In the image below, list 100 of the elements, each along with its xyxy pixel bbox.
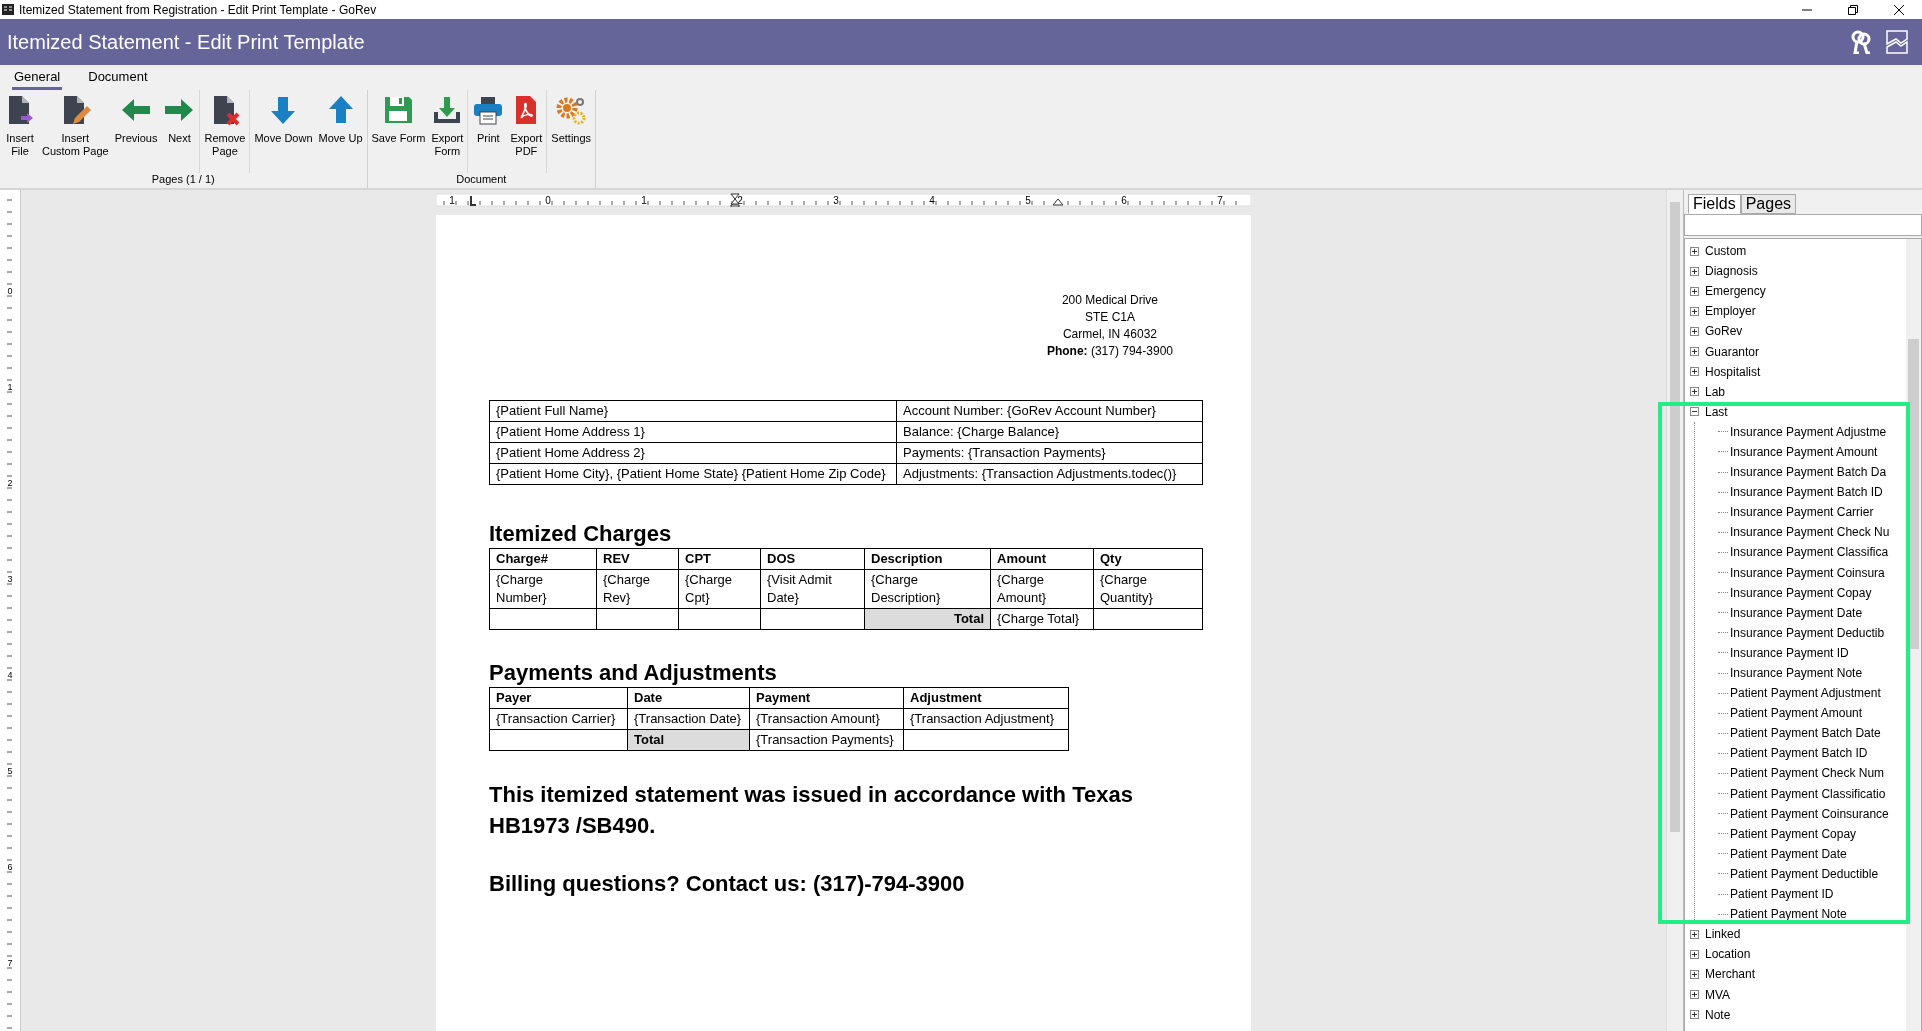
expand-icon[interactable] (1690, 367, 1699, 377)
expand-icon[interactable] (1690, 266, 1699, 276)
panel-tab[interactable]: Pages (1740, 194, 1797, 214)
field-group[interactable]: Linked (1705, 927, 1741, 942)
table-cell: {Transaction Date} (627, 708, 750, 730)
field-group[interactable]: Emergency (1705, 284, 1766, 299)
expand-icon[interactable] (1690, 1010, 1699, 1020)
expand-icon[interactable] (1690, 286, 1699, 296)
table-cell: {Transaction Adjustment} (903, 708, 1069, 730)
field-group[interactable]: Custom (1705, 244, 1747, 259)
field-group[interactable]: Merchant (1705, 967, 1756, 982)
field-group[interactable]: Location (1705, 947, 1751, 962)
field-group[interactable]: Diagnosis (1705, 264, 1758, 279)
field-group[interactable]: MVA (1705, 987, 1731, 1002)
column-header: DOS (760, 548, 865, 570)
expand-icon[interactable] (1690, 306, 1699, 316)
printer-icon (472, 94, 505, 126)
field-group[interactable]: Employer (1705, 304, 1756, 319)
field-item[interactable]: Insurance Payment Date (1730, 605, 1863, 620)
ruler-number: 1 (641, 195, 647, 206)
field-item[interactable]: Patient Payment Date (1730, 846, 1847, 861)
table-cell: {Charge Quantity} (1093, 569, 1203, 609)
table-cell: {Transaction Carrier} (489, 708, 628, 730)
field-item[interactable]: Patient Payment Batch ID (1730, 746, 1868, 761)
scrollbar[interactable] (1666, 190, 1683, 1031)
window-title: Itemized Statement from Registration - Edit Print Template - GoRev (19, 2, 378, 17)
toolbar-button[interactable]: Insert Custom Page (39, 90, 112, 173)
page-title: Itemized Statement - Edit Print Template (7, 30, 366, 54)
keys-icon[interactable] (1850, 30, 1872, 54)
field-item[interactable]: Insurance Payment Deductib (1730, 625, 1885, 640)
field-group[interactable]: Note (1705, 1007, 1731, 1022)
expand-icon[interactable] (1690, 949, 1699, 959)
toolbar-button[interactable]: Previous (111, 90, 161, 173)
table-cell: {Charge Rev} (596, 569, 679, 609)
table-cell: Payments: {Transaction Payments} (896, 442, 1203, 464)
column-header: Qty (1093, 548, 1203, 570)
ruler-number: 3 (7, 574, 13, 584)
ribbon-tab[interactable]: General (12, 69, 63, 90)
expand-icon[interactable] (1690, 990, 1699, 999)
ruler-number: 5 (1025, 195, 1031, 206)
field-item[interactable]: Insurance Payment Check Nu (1730, 525, 1890, 540)
toolbar-button[interactable]: Insert File (1, 90, 39, 173)
expand-icon[interactable] (1690, 246, 1699, 256)
toolbar-button[interactable]: Export Form (428, 90, 467, 173)
field-item[interactable]: Patient Payment Coinsurance (1730, 806, 1889, 821)
field-item[interactable]: Patient Payment Batch Date (1730, 726, 1881, 741)
statement-text: This itemized statement was issued in accordance with Texas HB1973 /SB490. (489, 781, 1134, 840)
field-group[interactable]: GoRev (1705, 324, 1743, 339)
field-group[interactable]: Hospitalist (1705, 364, 1761, 379)
field-item[interactable]: Patient Payment ID (1730, 887, 1834, 902)
field-item[interactable]: Insurance Payment Batch Da (1730, 465, 1887, 480)
table-cell: {Charge Amount} (990, 569, 1094, 609)
ruler-number: 7 (1217, 195, 1223, 206)
field-item[interactable]: Insurance Payment Copay (1730, 585, 1872, 600)
toolbar-button[interactable]: Print (469, 90, 508, 173)
table-cell: {Charge Description} (864, 569, 991, 609)
restore-icon[interactable] (1848, 4, 1858, 15)
ruler-number: 7 (7, 958, 13, 968)
search-field[interactable] (1684, 214, 1922, 236)
collapse-icon[interactable] (1690, 407, 1699, 417)
field-item[interactable]: Insurance Payment Carrier (1730, 505, 1874, 520)
toolbar-button[interactable]: Next (160, 90, 199, 173)
field-item[interactable]: Patient Payment Deductible (1730, 866, 1879, 881)
field-item[interactable]: Patient Payment Amount (1730, 706, 1863, 721)
column-header: Description (864, 548, 991, 570)
field-item[interactable]: Patient Payment Note (1730, 907, 1847, 922)
table-cell: Balance: {Charge Balance} (896, 421, 1203, 443)
field-item[interactable]: Insurance Payment ID (1730, 645, 1849, 660)
broken-image-icon[interactable] (1886, 30, 1908, 54)
field-item[interactable]: Patient Payment Check Num (1730, 766, 1885, 781)
expand-icon[interactable] (1690, 387, 1699, 397)
field-item[interactable]: Patient Payment Classificatio (1730, 786, 1886, 801)
ruler-number: 4 (929, 195, 935, 206)
field-group[interactable]: Guarantor (1705, 344, 1760, 359)
close-icon[interactable] (1894, 4, 1904, 15)
toolbar-button[interactable]: Move Up (315, 90, 366, 173)
field-group[interactable]: Last (1705, 404, 1728, 419)
field-item[interactable]: Insurance Payment Batch ID (1730, 485, 1883, 500)
field-item[interactable]: Insurance Payment Note (1730, 666, 1863, 680)
field-item[interactable]: Patient Payment Adjustment (1730, 686, 1881, 701)
field-item[interactable]: Insurance Payment Amount (1730, 445, 1878, 459)
toolbar-button[interactable]: Move Down (251, 90, 316, 173)
field-item[interactable]: Insurance Payment Adjustme (1730, 424, 1887, 439)
field-item[interactable]: Patient Payment Copay (1730, 826, 1857, 841)
toolbar-button[interactable]: Export PDF (507, 90, 546, 173)
ribbon-tab[interactable]: Document (86, 69, 150, 90)
expand-icon[interactable] (1690, 347, 1699, 356)
toolbar-button[interactable]: Save Form (368, 90, 429, 173)
field-item[interactable]: Insurance Payment Coinsura (1730, 565, 1885, 580)
tab-stop-icon (470, 195, 477, 206)
panel-tab[interactable]: Fields (1688, 194, 1741, 214)
ruler-number: 2 (7, 478, 13, 488)
expand-icon[interactable] (1690, 326, 1699, 336)
expand-icon[interactable] (1690, 929, 1699, 939)
field-group[interactable]: Lab (1705, 384, 1726, 399)
field-item[interactable]: Insurance Payment Classifica (1730, 545, 1889, 560)
toolbar-button[interactable]: Remove Page (201, 90, 249, 173)
toolbar-button[interactable]: Settings (548, 90, 595, 173)
expand-icon[interactable] (1690, 969, 1699, 979)
column-header: Date (627, 687, 750, 709)
